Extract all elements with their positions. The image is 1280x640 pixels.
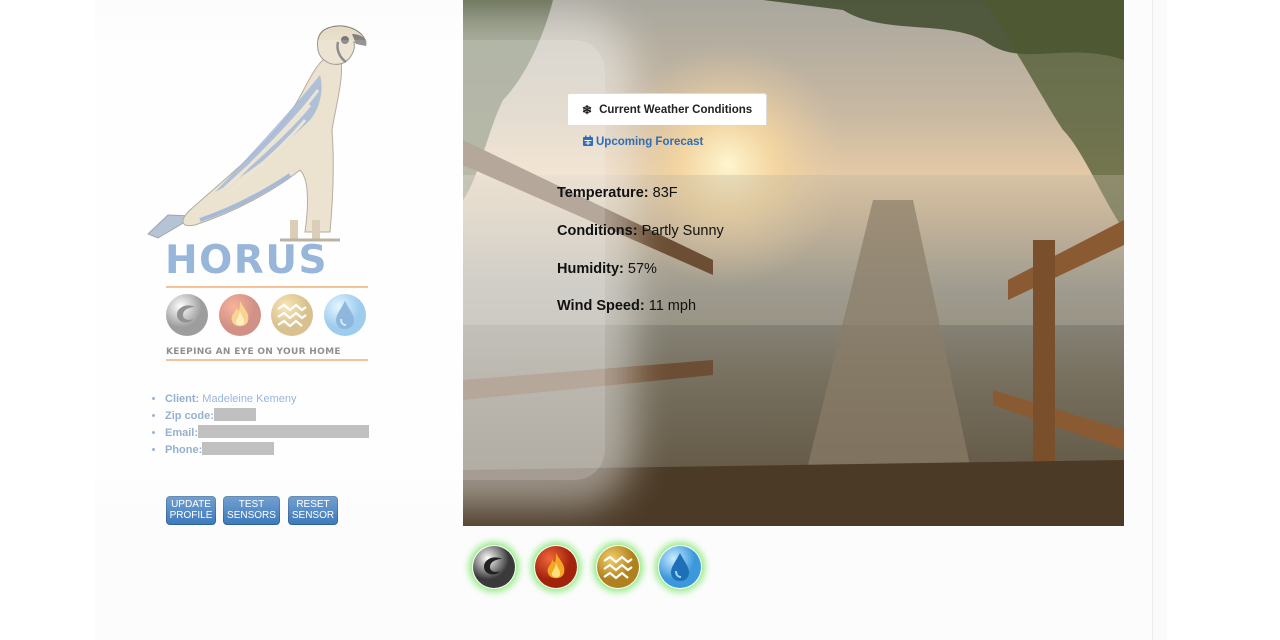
- water-sensor-button-icon[interactable]: [658, 545, 702, 589]
- snowflake-icon: ❄: [582, 102, 593, 117]
- content-overlay: [60, 40, 605, 480]
- temperature-value: 83F: [652, 185, 678, 201]
- heat-sensor-button-icon[interactable]: [596, 545, 640, 589]
- page-edge: [1152, 0, 1167, 640]
- temperature-row: Temperature: 83F: [557, 185, 678, 201]
- fire-sensor-button-icon[interactable]: [534, 545, 578, 589]
- humidity-row: Humidity: 57%: [557, 261, 657, 277]
- calendar-icon: [582, 135, 594, 150]
- reset-sensor-button[interactable]: RESET SENSOR: [288, 496, 338, 525]
- wind-speed-row: Wind Speed: 11 mph: [557, 298, 697, 314]
- conditions-row: Conditions: Partly Sunny: [557, 223, 724, 239]
- tab-current-weather[interactable]: ❄ Current Weather Conditions: [567, 93, 767, 125]
- update-profile-button[interactable]: UPDATE PROFILE: [166, 496, 216, 525]
- conditions-value: Partly Sunny: [641, 223, 724, 239]
- wind-speed-value: 11 mph: [648, 298, 697, 314]
- test-sensors-button[interactable]: TEST SENSORS: [223, 496, 280, 525]
- humidity-value: 57%: [627, 261, 657, 277]
- tab-upcoming-forecast[interactable]: Upcoming Forecast: [582, 134, 703, 150]
- wind-sensor-button-icon[interactable]: [472, 545, 516, 589]
